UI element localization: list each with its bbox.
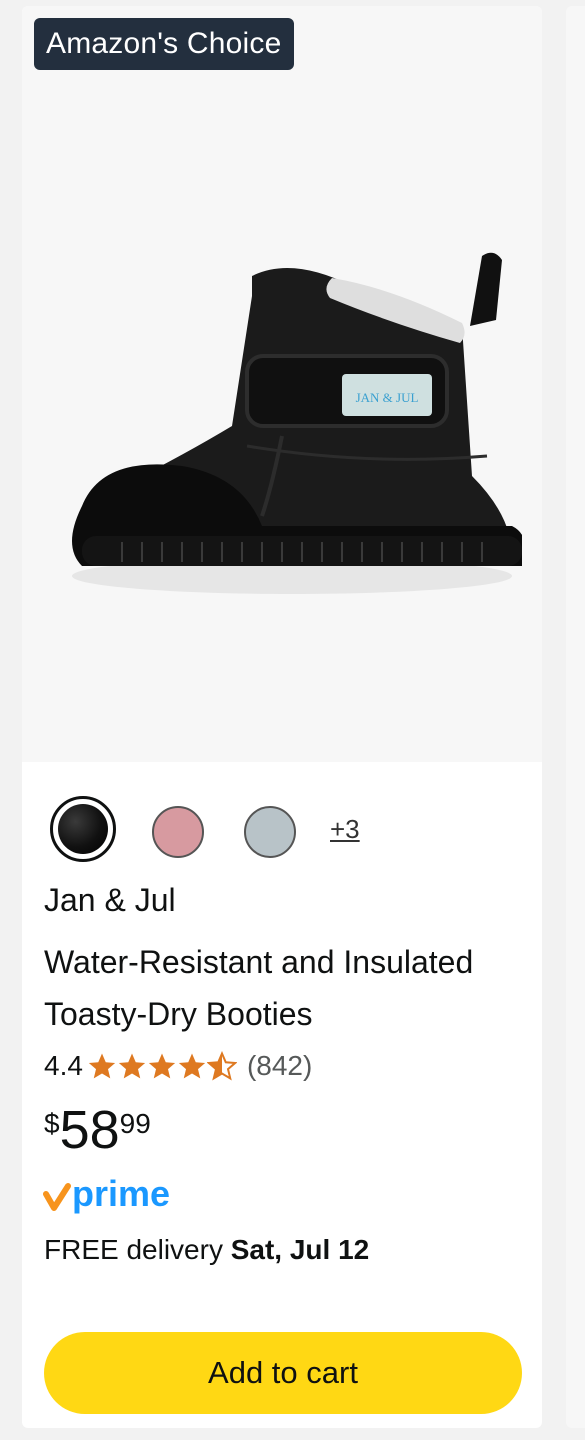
next-product-card-edge[interactable] (566, 6, 585, 1428)
more-colors-link[interactable]: +3 (330, 814, 360, 845)
rating-count[interactable]: (842) (247, 1050, 312, 1082)
strap-logo-text: JAN & JUL (356, 390, 419, 405)
add-to-cart-button[interactable]: Add to cart (44, 1332, 522, 1414)
price-symbol: $ (44, 1108, 60, 1139)
color-swatches: +3 (50, 796, 530, 862)
delivery-date: Sat, Jul 12 (230, 1234, 370, 1265)
price-fraction: 99 (119, 1108, 151, 1139)
swatch-gray[interactable] (244, 806, 296, 858)
price-whole: 58 (59, 1100, 120, 1160)
swatch-black[interactable] (50, 796, 116, 862)
swatch-black-fill (58, 804, 108, 854)
star-full-icon (178, 1053, 206, 1079)
brand-name: Jan & Jul (44, 882, 176, 918)
product-image[interactable]: JAN & JUL (62, 236, 522, 616)
star-half-icon (206, 1051, 237, 1081)
swatch-pink[interactable] (152, 806, 204, 858)
amazons-choice-badge: Amazon's Choice (34, 18, 294, 70)
delivery-prefix: FREE delivery (44, 1234, 223, 1265)
star-full-icon (148, 1053, 176, 1079)
delivery-info: FREE delivery Sat, Jul 12 (44, 1234, 369, 1266)
product-image-area[interactable]: Amazon's Choice JAN & JUL (22, 6, 542, 762)
rating-value: 4.4 (44, 1050, 83, 1081)
product-title[interactable]: Water-Resistant and Insulated Toasty-Dry… (44, 936, 524, 1040)
prime-check-icon (43, 1183, 71, 1211)
prime-logo-icon: prime (43, 1173, 170, 1214)
star-rating (87, 1051, 237, 1081)
product-card[interactable]: Amazon's Choice JAN & JUL +3 Jan & Jul W… (22, 6, 542, 1428)
rating-row[interactable]: 4.4 (842) (44, 1046, 312, 1086)
star-full-icon (88, 1053, 116, 1079)
heel-pull-tab (470, 252, 502, 326)
star-full-icon (118, 1053, 146, 1079)
price: $5899 (44, 1102, 151, 1158)
prime-label: prime (72, 1173, 170, 1214)
